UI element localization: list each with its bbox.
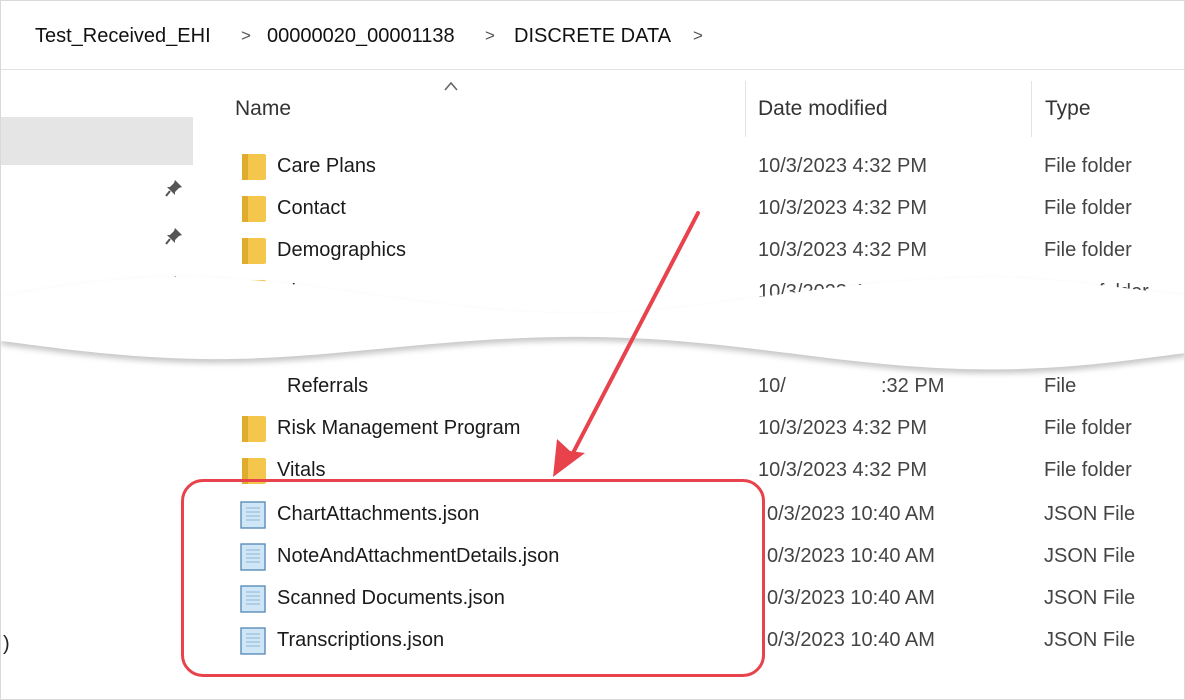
file-type: JSON File [1044, 503, 1136, 525]
folder-icon [242, 196, 266, 222]
list-item[interactable]: Contact 10/3/2023 4:32 PM File folder [1, 189, 1184, 231]
date-modified: 10/3/2023 4:32 PM [758, 459, 928, 481]
column-header-type[interactable]: Type [1045, 97, 1091, 121]
file-name: Contact [277, 197, 346, 219]
column-divider[interactable] [745, 81, 746, 137]
breadcrumb-separator[interactable]: > [241, 26, 251, 46]
date-modified: 10/3/2023 4:32 PM [758, 197, 928, 219]
file-type: JSON File [1044, 587, 1136, 609]
date-modified: 0/3/2023 10:40 AM [767, 629, 935, 651]
file-type: JSON File [1044, 545, 1136, 567]
column-divider[interactable] [1031, 81, 1032, 137]
date-modified: 0/3/2023 10:40 AM [767, 503, 935, 525]
breadcrumb-separator[interactable]: > [693, 26, 703, 46]
breadcrumb-separator[interactable]: > [485, 26, 495, 46]
column-header-name[interactable]: Name [235, 97, 291, 121]
file-type: JSON File [1044, 629, 1136, 651]
breadcrumb-item-discrete-data[interactable]: DISCRETE DATA [514, 25, 671, 48]
column-header-date-modified[interactable]: Date modified [758, 97, 888, 121]
file-type: File folder [1044, 459, 1132, 481]
breadcrumb-item-test-received-ehi[interactable]: Test_Received_EHI [35, 25, 211, 48]
list-item[interactable]: Risk Management Program 10/3/2023 4:32 P… [1, 409, 1184, 451]
list-item[interactable]: Care Plans 10/3/2023 4:32 PM File folder [1, 147, 1184, 189]
file-name: Care Plans [277, 155, 376, 177]
date-modified: 0/3/2023 10:40 AM [767, 587, 935, 609]
folder-icon [242, 154, 266, 180]
folder-icon [242, 416, 266, 442]
date-modified: 0/3/2023 10:40 AM [767, 545, 935, 567]
highlight-box [181, 479, 765, 677]
file-type: File folder [1044, 197, 1132, 219]
file-type: File folder [1044, 417, 1132, 439]
file-name: Risk Management Program [277, 417, 521, 439]
breadcrumb-item-patient-folder[interactable]: 00000020_00001138 [267, 25, 455, 48]
address-bar[interactable]: Test_Received_EHI > 00000020_00001138 > … [1, 1, 1184, 70]
file-explorer-window: Test_Received_EHI > 00000020_00001138 > … [0, 0, 1185, 700]
date-modified: 10/3/2023 4:32 PM [758, 417, 928, 439]
date-modified: 10/3/2023 4:32 PM [758, 155, 928, 177]
file-type: File folder [1044, 155, 1132, 177]
torn-edge-break [1, 277, 1184, 374]
sort-ascending-icon [444, 81, 458, 91]
